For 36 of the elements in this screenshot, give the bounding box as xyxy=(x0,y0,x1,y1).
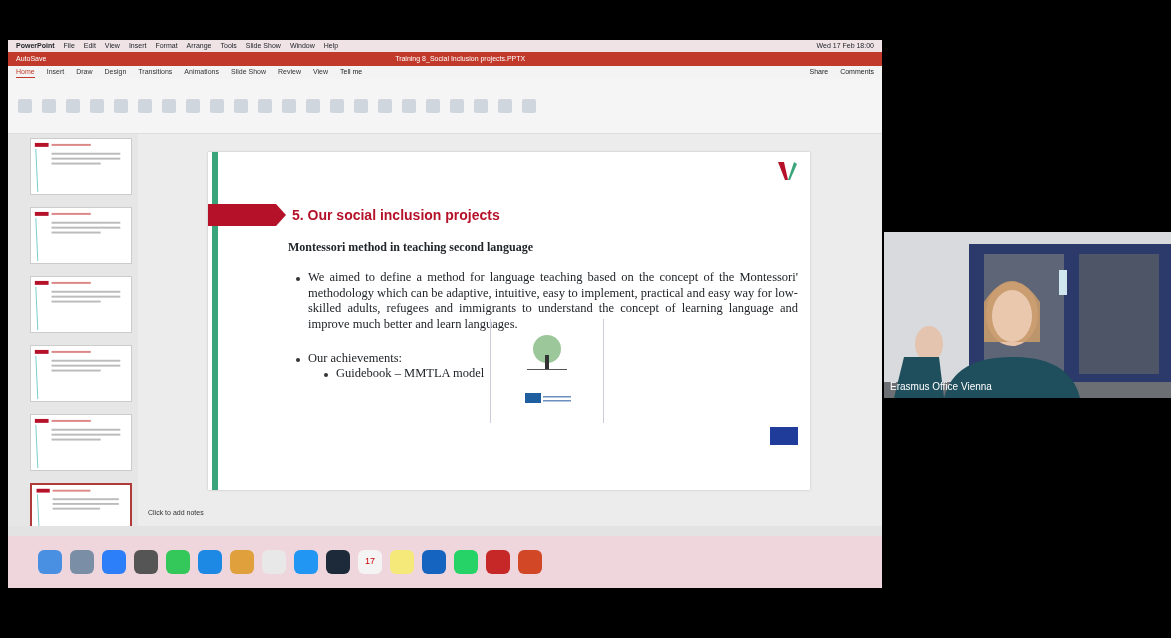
tool-icon[interactable] xyxy=(450,99,464,113)
tool-icon[interactable] xyxy=(258,99,272,113)
bullet-icon xyxy=(296,277,300,281)
slide-thumbnail[interactable] xyxy=(30,483,132,526)
tool-icon[interactable] xyxy=(210,99,224,113)
tool-icon[interactable] xyxy=(378,99,392,113)
bullet-text: Our achievements: xyxy=(308,350,404,367)
participant-name: Erasmus Office Vienna xyxy=(890,380,992,394)
tool-icon[interactable] xyxy=(330,99,344,113)
app-icon[interactable] xyxy=(134,550,158,574)
slide-heading: 5. Our social inclusion projects xyxy=(292,205,500,225)
tool-icon[interactable] xyxy=(354,99,368,113)
tool-icon[interactable] xyxy=(42,99,56,113)
tool-icon[interactable] xyxy=(522,99,536,113)
tool-icon[interactable] xyxy=(90,99,104,113)
tool-icon[interactable] xyxy=(114,99,128,113)
tool-icon[interactable] xyxy=(282,99,296,113)
flag-icon xyxy=(770,426,798,445)
app-icon[interactable] xyxy=(326,550,350,574)
slide-subheading: Montessori method in teaching second language xyxy=(288,239,534,256)
bullet-icon xyxy=(296,357,300,362)
app-icon[interactable]: 17 xyxy=(358,550,382,574)
tool-icon[interactable] xyxy=(474,99,488,113)
tool-icon[interactable] xyxy=(138,99,152,113)
tool-icon[interactable] xyxy=(402,99,416,113)
tool-icon[interactable] xyxy=(18,99,32,113)
bullet-icon xyxy=(324,373,328,378)
tool-icon[interactable] xyxy=(66,99,80,113)
tool-icon[interactable] xyxy=(306,99,320,113)
tool-icon[interactable] xyxy=(426,99,440,113)
tool-icon[interactable] xyxy=(162,99,176,113)
tool-icon[interactable] xyxy=(498,99,512,113)
bullet-text: We aimed to define a method for language teaching based on the concept of the Montessori' methodology which can be adaptive, intuitive, easy to implement, practical and easy way for low-skilled adults, refugees and immigrants to understand the concept of learning language and improve much better and learn languages. xyxy=(308,270,798,333)
bullet-text: Guidebook – MMTLA model xyxy=(336,366,485,382)
tool-icon[interactable] xyxy=(186,99,200,113)
tool-icon[interactable] xyxy=(234,99,248,113)
